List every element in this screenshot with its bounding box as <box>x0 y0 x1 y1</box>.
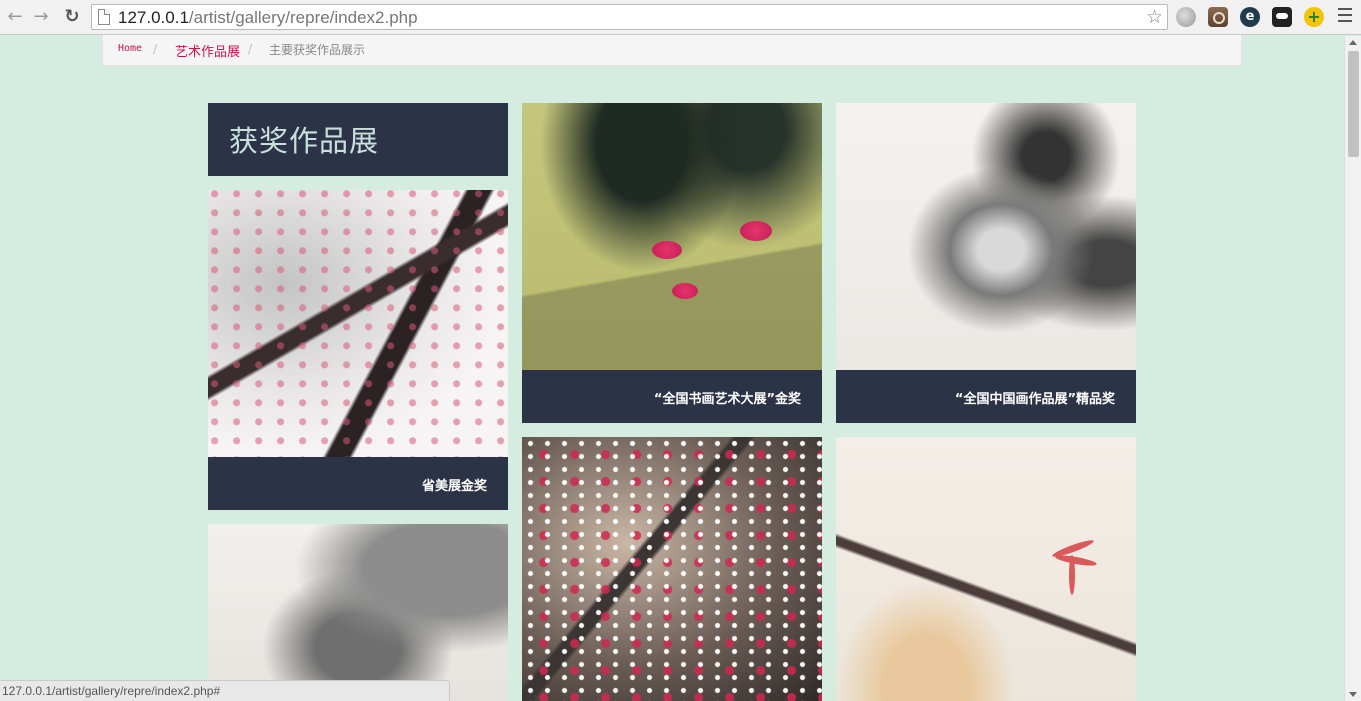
page-title: 获奖作品展 <box>229 124 380 158</box>
breadcrumb-separator: / <box>248 42 253 56</box>
globe-icon[interactable] <box>1176 7 1196 27</box>
painting-image[interactable] <box>208 524 508 701</box>
menu-icon[interactable] <box>1338 8 1352 26</box>
gallery-card[interactable] <box>208 524 508 701</box>
gallery-card[interactable] <box>836 437 1136 701</box>
gallery-card[interactable]: “全国书画艺术大展”金奖 <box>522 103 822 423</box>
scroll-up-arrow-icon[interactable] <box>1349 40 1357 45</box>
gallery-card[interactable]: “全国中国画作品展”精品奖 <box>836 103 1136 423</box>
bookmark-star-icon[interactable]: ☆ <box>1146 6 1163 28</box>
plus-icon[interactable]: + <box>1304 7 1324 27</box>
ghost-icon[interactable] <box>1272 7 1292 27</box>
page-scrollbar[interactable] <box>1344 36 1361 701</box>
painting-image[interactable] <box>836 437 1136 701</box>
dragonfly-shape <box>1051 537 1101 597</box>
url-text[interactable]: 127.0.0.1/artist/gallery/repre/index2.ph… <box>118 8 418 28</box>
card-caption: “全国书画艺术大展”金奖 <box>653 392 801 407</box>
e-icon[interactable]: e <box>1240 7 1260 27</box>
address-bar[interactable]: 127.0.0.1/artist/gallery/repre/index2.ph… <box>91 4 1168 30</box>
breadcrumb-home-link[interactable]: Home <box>118 43 142 54</box>
camera-icon[interactable] <box>1208 7 1228 27</box>
gallery-card[interactable]: 省美展金奖 <box>208 190 508 510</box>
breadcrumb-separator: / <box>153 42 158 56</box>
breadcrumb-category-link[interactable]: 艺术作品展 <box>175 41 240 60</box>
browser-toolbar: ← → ↻ 127.0.0.1/artist/gallery/repre/ind… <box>0 0 1361 35</box>
gallery-card[interactable] <box>522 437 822 701</box>
page-icon <box>98 9 110 25</box>
goldfish-shape <box>652 241 682 259</box>
painting-image[interactable] <box>522 103 822 370</box>
status-bar: 127.0.0.1/artist/gallery/repre/index2.ph… <box>0 680 450 701</box>
painting-image[interactable] <box>836 103 1136 370</box>
goldfish-shape <box>740 221 772 241</box>
reload-icon[interactable]: ↻ <box>61 6 83 28</box>
card-caption: “全国中国画作品展”精品奖 <box>954 392 1115 407</box>
goldfish-shape <box>672 283 698 299</box>
breadcrumb-current: 主要获奖作品展示 <box>269 43 366 57</box>
card-caption-bar: “全国中国画作品展”精品奖 <box>836 370 1136 423</box>
card-caption-bar: 省美展金奖 <box>208 457 508 510</box>
gallery-title-panel: 获奖作品展 <box>208 103 508 176</box>
forward-arrow-icon[interactable]: → <box>30 6 52 28</box>
card-caption: 省美展金奖 <box>421 479 487 494</box>
breadcrumb: Home / 艺术作品展 / 主要获奖作品展示 <box>102 35 1242 66</box>
scroll-down-arrow-icon[interactable] <box>1349 692 1357 697</box>
back-arrow-icon[interactable]: ← <box>4 6 26 28</box>
painting-image[interactable] <box>522 437 822 701</box>
painting-image[interactable] <box>208 190 508 457</box>
card-caption-bar: “全国书画艺术大展”金奖 <box>522 370 822 423</box>
scroll-thumb[interactable] <box>1348 51 1359 157</box>
